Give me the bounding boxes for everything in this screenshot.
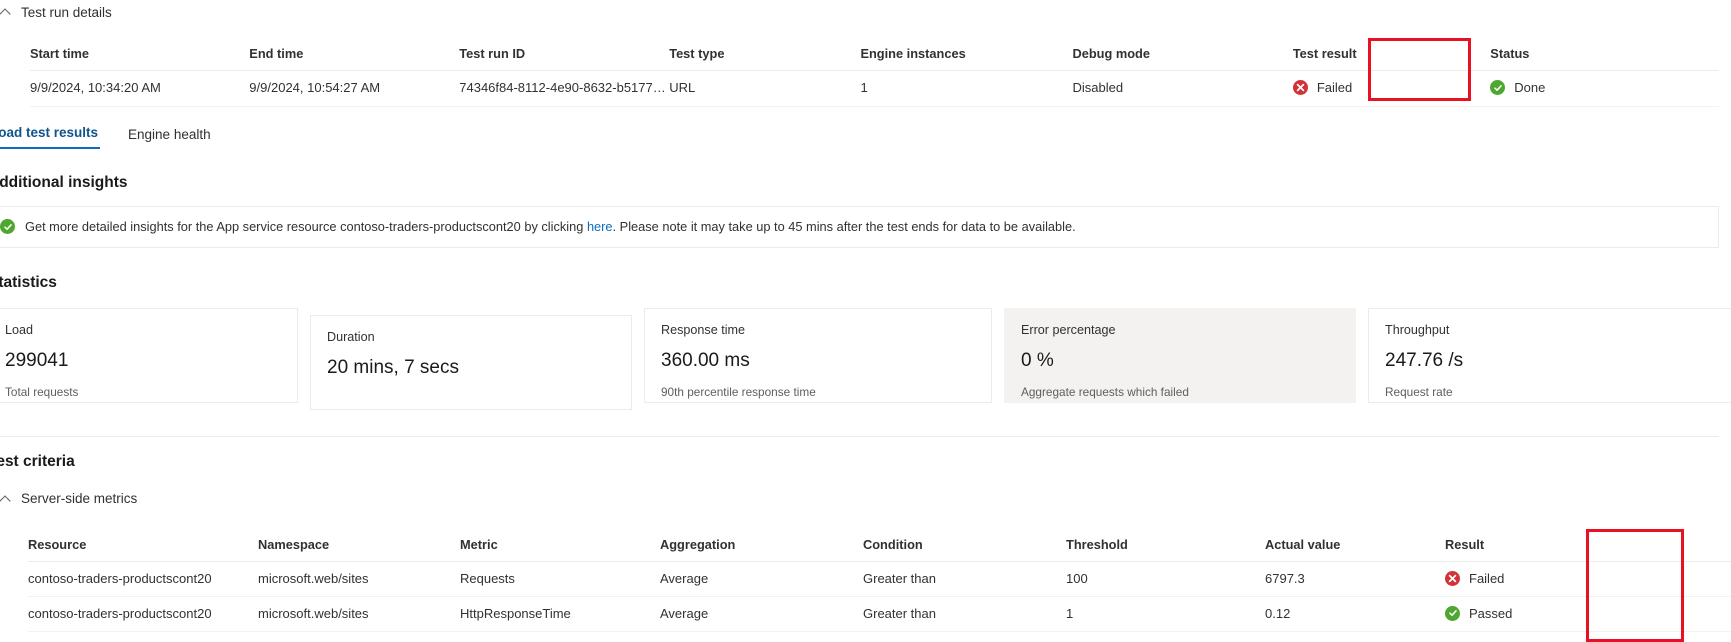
- col-aggregation: Aggregation: [660, 530, 863, 562]
- col-test-type: Test type: [669, 40, 861, 71]
- test-run-details-table: Start time End time Test run ID Test typ…: [30, 40, 1719, 107]
- col-debug-mode: Debug mode: [1072, 40, 1293, 71]
- statistics-cards: Load 299041 Total requests Duration 20 m…: [0, 307, 1731, 410]
- insights-text-before: Get more detailed insights for the App s…: [25, 219, 584, 234]
- col-end-time: End time: [249, 40, 460, 71]
- statistics-heading: Statistics: [0, 273, 57, 291]
- test-criteria-table-wrap: Resource Namespace Metric Aggregation Co…: [0, 530, 1731, 633]
- stat-card-load[interactable]: Load 299041 Total requests: [0, 307, 298, 403]
- server-side-metrics-header[interactable]: Server-side metrics: [0, 489, 1719, 509]
- stat-card-duration[interactable]: Duration 20 mins, 7 secs: [310, 314, 632, 410]
- table-header-row: Resource Namespace Metric Aggregation Co…: [28, 530, 1731, 562]
- tab-load-test-results[interactable]: Load test results: [0, 125, 101, 149]
- chevron-up-icon: [0, 6, 12, 18]
- error-circle-icon: [1292, 80, 1308, 96]
- cell-actual-value: 6797.3: [1265, 561, 1445, 597]
- test-criteria-heading: Test criteria: [0, 452, 75, 470]
- cell-actual-value: 0.12: [1265, 596, 1445, 632]
- stat-card-sub: Request rate: [1385, 384, 1453, 399]
- table-row[interactable]: contoso-traders-productscont20 microsoft…: [28, 561, 1731, 597]
- cell-end-time: 9/9/2024, 10:54:27 AM: [249, 70, 460, 107]
- col-condition: Condition: [863, 530, 1066, 562]
- table-row[interactable]: 9/9/2024, 10:34:20 AM 9/9/2024, 10:54:27…: [30, 70, 1719, 107]
- result-label: Passed: [1469, 605, 1513, 621]
- cell-resource: contoso-traders-productscont20: [28, 596, 258, 632]
- col-resource: Resource: [28, 530, 258, 562]
- test-criteria-table: Resource Namespace Metric Aggregation Co…: [28, 530, 1731, 633]
- test-result-label: Failed: [1316, 80, 1353, 96]
- additional-insights-banner: Get more detailed insights for the App s…: [0, 205, 1719, 248]
- insights-text-after: . Please note it may take up to 45 mins …: [612, 219, 1076, 234]
- stat-card-title: Throughput: [1385, 322, 1450, 337]
- result-label: Failed: [1469, 570, 1505, 586]
- cell-test-result: Failed: [1292, 70, 1491, 107]
- cell-aggregation: Average: [660, 596, 863, 632]
- tab-engine-health[interactable]: Engine health: [126, 127, 213, 149]
- stat-card-value: 360.00 ms: [661, 349, 750, 371]
- test-run-details-header[interactable]: Test run details: [0, 2, 1719, 22]
- cell-engine-instances: 1: [860, 70, 1073, 107]
- col-result: Result: [1445, 530, 1731, 562]
- stat-card-title: Response time: [661, 322, 745, 337]
- success-circle-icon: [1445, 605, 1460, 621]
- stat-card-value: 299041: [5, 349, 69, 371]
- col-namespace: Namespace: [258, 530, 460, 562]
- cell-namespace: microsoft.web/sites: [258, 561, 460, 597]
- stat-card-response-time[interactable]: Response time 360.00 ms 90th percentile …: [644, 307, 992, 403]
- stat-card-title: Error percentage: [1021, 322, 1116, 337]
- col-test-result: Test result: [1292, 40, 1491, 71]
- stat-card-title: Load: [5, 322, 34, 337]
- server-side-metrics-title: Server-side metrics: [21, 491, 138, 506]
- cell-metric: HttpResponseTime: [460, 596, 660, 632]
- table-row[interactable]: contoso-traders-productscont20 microsoft…: [28, 596, 1731, 632]
- cell-debug-mode: Disabled: [1072, 70, 1293, 107]
- col-threshold: Threshold: [1066, 530, 1265, 562]
- stat-card-value: 0 %: [1021, 349, 1054, 371]
- cell-status: Done: [1490, 70, 1719, 107]
- results-tablist: Load test results Engine health: [0, 119, 1719, 149]
- success-circle-icon: [1490, 80, 1506, 95]
- cell-threshold: 100: [1066, 561, 1265, 597]
- col-actual-value: Actual value: [1265, 530, 1445, 562]
- insights-here-link[interactable]: here: [587, 219, 613, 234]
- cell-threshold: 1: [1066, 596, 1265, 632]
- col-metric: Metric: [460, 530, 660, 562]
- cell-test-type: URL: [669, 70, 861, 107]
- additional-insights-heading: Additional insights: [0, 173, 128, 191]
- col-test-run-id: Test run ID: [459, 40, 670, 71]
- cell-condition: Greater than: [863, 561, 1066, 597]
- col-start-time: Start time: [30, 40, 250, 71]
- col-engine-instances: Engine instances: [860, 40, 1073, 71]
- table-header-row: Start time End time Test run ID Test typ…: [30, 40, 1719, 71]
- cell-condition: Greater than: [863, 596, 1066, 632]
- stat-card-error-percentage[interactable]: Error percentage 0 % Aggregate requests …: [1004, 307, 1356, 403]
- status-label: Done: [1514, 80, 1546, 95]
- stat-card-sub: 90th percentile response time: [661, 384, 816, 399]
- error-circle-icon: [1445, 570, 1460, 586]
- stat-card-value: 247.76 /s: [1385, 349, 1464, 371]
- stat-card-sub: Aggregate requests which failed: [1021, 384, 1189, 399]
- load-test-run-page: Test run details Start time End time Tes…: [0, 2, 1731, 642]
- stat-card-sub: Total requests: [5, 384, 79, 399]
- col-status: Status: [1490, 40, 1719, 71]
- section-divider: [0, 435, 1719, 437]
- chevron-up-icon: [0, 493, 12, 505]
- cell-start-time: 9/9/2024, 10:34:20 AM: [30, 70, 250, 107]
- insights-text: Get more detailed insights for the App s…: [25, 219, 1076, 234]
- cell-namespace: microsoft.web/sites: [258, 596, 460, 632]
- stat-card-value: 20 mins, 7 secs: [327, 356, 459, 378]
- cell-result: Passed: [1445, 596, 1731, 632]
- cell-metric: Requests: [460, 561, 660, 597]
- cell-resource: contoso-traders-productscont20: [28, 561, 258, 597]
- cell-test-run-id: 74346f84-8112-4e90-8632-b51773b...: [459, 70, 670, 107]
- test-run-details-title: Test run details: [21, 4, 112, 20]
- success-circle-icon: [0, 219, 15, 234]
- stat-card-throughput[interactable]: Throughput 247.76 /s Request rate: [1368, 307, 1731, 403]
- stat-card-title: Duration: [327, 329, 375, 344]
- cell-aggregation: Average: [660, 561, 863, 597]
- test-run-details-table-wrap: Start time End time Test run ID Test typ…: [0, 40, 1719, 107]
- cell-result: Failed: [1445, 561, 1731, 597]
